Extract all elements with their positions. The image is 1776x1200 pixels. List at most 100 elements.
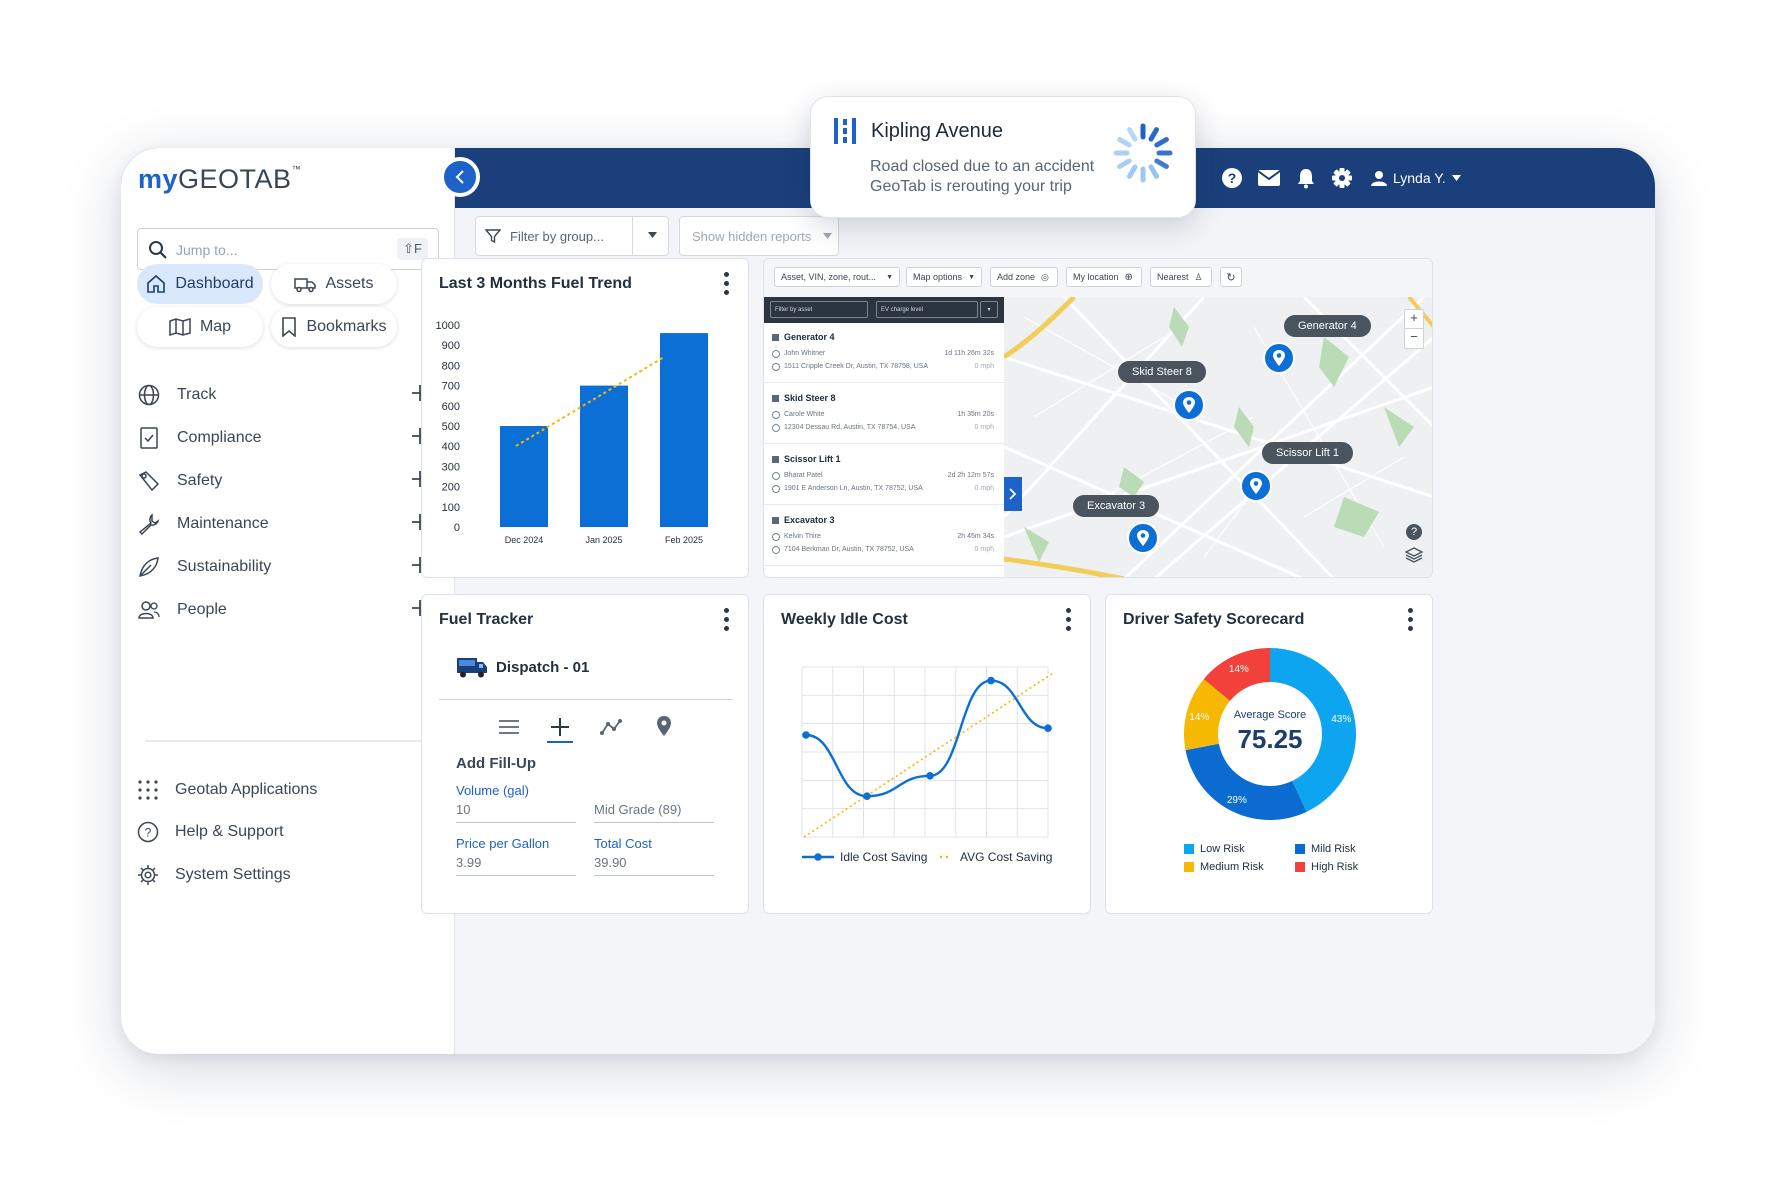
slice-label: 29% [1227,795,1247,806]
asset-filter-input[interactable]: Filter by asset [770,301,868,318]
location-pin-icon[interactable] [656,715,672,737]
driver-icon [772,411,780,419]
legend-high-risk: High Risk [1295,861,1358,873]
home-icon [147,274,166,293]
asset-row[interactable]: Skid Steer 8 Carole White 12304 Dessau R… [764,384,1004,444]
zoom-out-button[interactable]: − [1405,329,1423,348]
asset-row[interactable]: Generator 4 John Whitner 1511 Cripple Cr… [764,323,1004,383]
legend-label: High Risk [1311,861,1359,873]
add-icon[interactable] [550,717,570,737]
map-view[interactable]: Generator 4 Skid Steer 8 Scissor Lift 1 … [1004,297,1432,577]
map-search-dropdown[interactable]: Asset, VIN, zone, rout... ▼ [774,267,900,287]
more-options-icon[interactable] [723,608,729,634]
my-location-button[interactable]: My location ⊕ [1066,267,1142,287]
user-name: Lynda Y. [1393,170,1446,186]
nearest-button[interactable]: Nearest ♙ [1150,267,1212,287]
chevron-down-icon[interactable] [648,232,657,238]
y-tick-label: 100 [442,502,460,514]
quick-nav-dashboard[interactable]: Dashboard [137,264,263,304]
quick-nav-bookmarks[interactable]: Bookmarks [271,307,397,347]
map-label-scissor-lift-1[interactable]: Scissor Lift 1 [1262,442,1353,464]
asset-driver: Kelvin Thire [784,533,821,540]
map-options-dropdown[interactable]: Map options ▼ [906,267,982,287]
total-field[interactable]: 39.90 [594,855,714,876]
asset-name: Skid Steer 8 [772,393,836,403]
asset-row[interactable]: Excavator 3 Kelvin Thire 7104 Berkman Dr… [764,506,1004,566]
asset-row[interactable]: Scissor Lift 1 Bharat Patel 1901 E Ander… [764,445,1004,505]
expand-list-button[interactable] [1004,477,1022,511]
nav-geotab-applications[interactable]: Geotab Applications [137,776,317,804]
ev-charge-filter[interactable]: EV charge level [876,301,978,318]
nav-help-support[interactable]: ? Help & Support [137,818,284,846]
location-pin-icon[interactable] [1240,470,1272,506]
collapse-sidebar-button[interactable] [440,157,480,197]
asset-list-menu[interactable]: ▾ [980,301,998,318]
fuel-grade-field[interactable]: Mid Grade (89) [594,802,714,823]
asset-duration: 1d 11h 26m 32s [944,350,994,357]
trend-icon[interactable] [600,718,622,736]
nav-track[interactable]: Track [137,380,437,410]
my-location-label: My location [1073,272,1119,282]
location-pin-icon[interactable] [1263,342,1295,378]
road-icon [834,118,856,144]
mail-icon[interactable] [1257,169,1281,187]
asset-duration: 1h 35m 20s [957,411,994,418]
idle-cost-card: Weekly Idle Cost Idle Cost Saving AVG Cos… [763,594,1091,914]
zoom-in-button[interactable]: + [1405,310,1423,329]
data-point [987,676,995,685]
refresh-button[interactable]: ↻ [1220,267,1242,287]
y-tick-label: 200 [442,482,460,494]
bell-icon[interactable] [1295,167,1317,189]
active-tab-indicator [547,741,573,743]
asset-name: Scissor Lift 1 [772,454,841,464]
asset-list-header: Filter by asset EV charge level ▾ [764,297,1004,323]
nav-label: Compliance [177,429,262,446]
layers-icon[interactable] [1405,547,1423,563]
y-tick-label: 1000 [436,320,460,332]
map-background [1004,297,1432,577]
notification-toast[interactable]: Kipling Avenue Road closed due to an acc… [810,96,1196,218]
slice-label: 14% [1229,664,1249,675]
vehicle-selector[interactable]: Dispatch - 01 [456,655,589,679]
asset-driver: Bharat Patel [784,472,823,479]
average-score-label: Average Score [1234,709,1307,721]
map-label-generator-4[interactable]: Generator 4 [1284,315,1371,337]
geotab-logo[interactable]: myGEOTAB™ [138,164,301,195]
nav-compliance[interactable]: Compliance [137,423,437,453]
volume-field[interactable]: 10 [456,802,576,823]
nav-label: System Settings [175,866,291,883]
help-icon[interactable]: ? [1221,167,1243,189]
map-help-button[interactable]: ? [1406,524,1422,540]
add-zone-button[interactable]: Add zone ◎ [990,267,1058,287]
nav-sustainability[interactable]: Sustainability [137,552,437,582]
price-label: Price per Gallon [456,836,550,851]
asset-speed: 0 mph [974,485,994,492]
settings-icon [138,865,158,885]
nav-maintenance[interactable]: Maintenance [137,509,437,539]
map-label-skid-steer-8[interactable]: Skid Steer 8 [1118,361,1206,383]
y-tick-label: 900 [442,340,460,352]
location-pin-icon[interactable] [1173,389,1205,425]
quick-nav-map[interactable]: Map [137,307,263,347]
group-filter[interactable]: Filter by group... [475,216,669,256]
map-label-excavator-3[interactable]: Excavator 3 [1073,495,1160,517]
slice-label: 14% [1189,712,1209,723]
driver-icon [772,472,780,480]
svg-text:?: ? [145,826,152,840]
asset-driver: Carole White [784,411,825,418]
quick-nav-assets[interactable]: Assets [271,264,397,304]
search-shortcut: ⇧F [397,238,428,260]
gear-icon[interactable] [1331,167,1353,189]
nav-safety[interactable]: Safety [137,466,437,496]
price-field[interactable]: 3.99 [456,855,576,876]
y-tick-label: 300 [442,461,460,473]
show-hidden-reports-dropdown[interactable]: Show hidden reports [679,216,839,256]
compliance-icon [140,427,158,449]
user-menu[interactable]: Lynda Y. [1371,170,1461,186]
list-icon[interactable] [498,719,520,735]
nav-system-settings[interactable]: System Settings [137,861,291,889]
location-pin-icon[interactable] [1127,522,1159,558]
add-zone-label: Add zone [997,272,1036,282]
nav-people[interactable]: People [137,595,437,625]
logo-my: my [138,164,179,194]
